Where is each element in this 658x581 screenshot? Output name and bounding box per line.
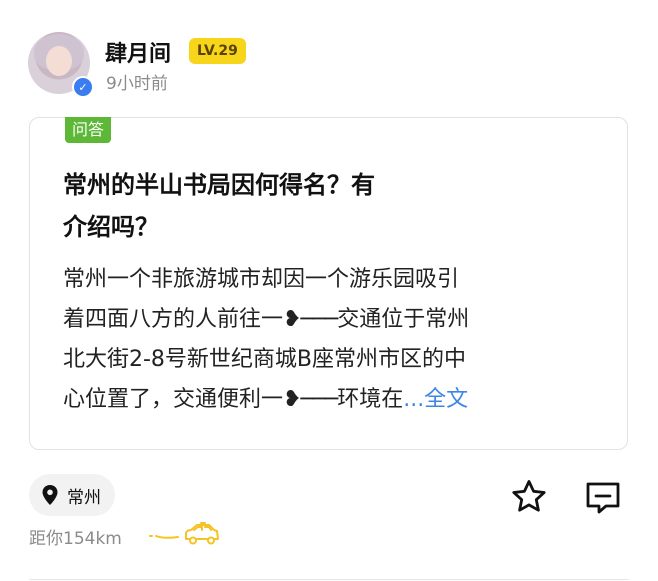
heart-divider-icon: ❥───	[283, 387, 338, 412]
excerpt-text: 交通位于常州	[337, 307, 470, 332]
post-excerpt[interactable]: 常州一个非旅游城市却因一个游乐园吸引 着四面八方的人前往一❥───交通位于常州 …	[63, 260, 603, 420]
post-card[interactable]: 问答 常州的半山书局因何得名？有 介绍吗？ 常州一个非旅游城市却因一个游乐园吸引…	[29, 117, 628, 450]
location-label: 常州	[67, 487, 101, 508]
level-badge: LV.29	[189, 38, 246, 64]
verified-badge-icon: ✓	[72, 76, 94, 98]
excerpt-text: 常州一个非旅游城市却因一个游乐园吸引	[63, 267, 460, 292]
excerpt-text: 环境在	[337, 387, 404, 412]
excerpt-text: 心位置了，交通便利一	[63, 387, 284, 412]
excerpt-text: 着四面八方的人前往一	[63, 307, 284, 332]
location-chip[interactable]: 常州	[29, 474, 115, 516]
distance-text: 距你154km	[29, 529, 122, 549]
divider	[29, 579, 629, 580]
avatar-face	[46, 46, 72, 76]
heart-divider-icon: ❥───	[283, 307, 338, 332]
post-title-line: 介绍吗？	[63, 213, 159, 241]
excerpt-line: 心位置了，交通便利一❥───环境在...全文	[63, 380, 603, 420]
star-icon[interactable]	[510, 478, 548, 516]
post-time: 9小时前	[106, 74, 168, 94]
qa-tag: 问答	[65, 117, 112, 143]
location-pin-icon	[42, 485, 58, 505]
username[interactable]: 肆月间	[105, 36, 171, 68]
excerpt-line: 着四面八方的人前往一❥───交通位于常州	[63, 300, 603, 340]
excerpt-line: 北大街2-8号新世纪商城B座常州市区的中	[63, 340, 603, 380]
excerpt-line: 常州一个非旅游城市却因一个游乐园吸引	[63, 260, 603, 300]
comment-icon[interactable]	[585, 481, 621, 515]
excerpt-text: 北大街2-8号新世纪商城B座常州市区的中	[63, 347, 467, 372]
post-title-line: 常州的半山书局因何得名？有	[63, 171, 375, 199]
car-icon	[149, 522, 219, 545]
post-title[interactable]: 常州的半山书局因何得名？有 介绍吗？	[63, 164, 493, 248]
read-full-link[interactable]: ...全文	[403, 387, 468, 412]
